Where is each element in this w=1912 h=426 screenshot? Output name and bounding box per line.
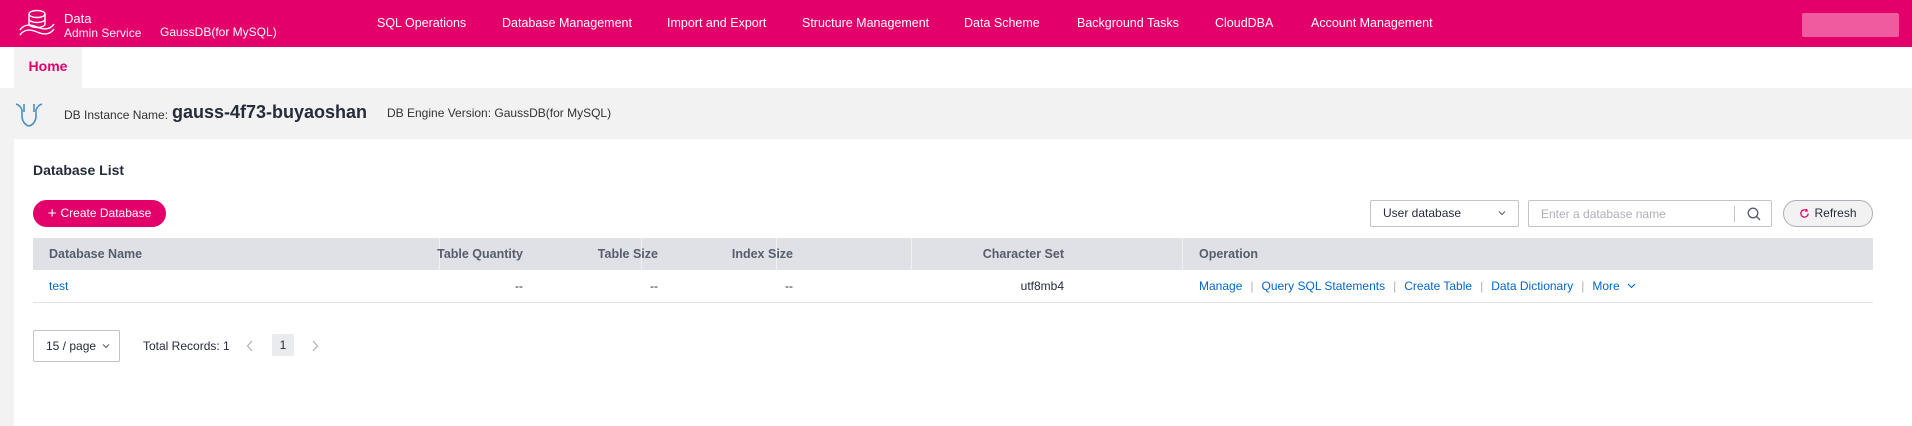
- nav-import-export[interactable]: Import and Export: [667, 16, 766, 30]
- engine-version: DB Engine Version: GaussDB(for MySQL): [387, 106, 612, 120]
- character-set-cell: utf8mb4: [1020, 279, 1064, 293]
- chevron-right-icon[interactable]: [309, 338, 321, 354]
- database-search-input[interactable]: [1530, 202, 1730, 225]
- nav-database-management[interactable]: Database Management: [502, 16, 632, 30]
- operation-cell: Manage | Query SQL Statements | Create Table…: [1199, 270, 1636, 303]
- top-navigation-bar: Data Admin Service GaussDB(for MySQL) SQ…: [0, 0, 1912, 47]
- operation-divider: |: [1250, 279, 1254, 293]
- refresh-button[interactable]: Refresh: [1783, 200, 1873, 227]
- chevron-left-icon[interactable]: [244, 338, 256, 354]
- table-row: test -- -- -- utf8mb4 Manage | Query SQL S…: [33, 270, 1873, 303]
- column-operation: Operation: [1199, 247, 1259, 261]
- query-sql-statements-link[interactable]: Query SQL Statements: [1262, 279, 1386, 293]
- nav-account-management[interactable]: Account Management: [1311, 16, 1433, 30]
- page-size-select[interactable]: 15 / page: [33, 330, 120, 362]
- instance-name-label: DB Instance Name:: [64, 108, 169, 122]
- instance-name: gauss-4f73-buyaoshan: [172, 102, 368, 122]
- index-size-cell: --: [785, 279, 793, 293]
- tab-home[interactable]: Home: [14, 47, 82, 88]
- instance-icon: [15, 103, 43, 127]
- user-account-menu[interactable]: [1802, 13, 1899, 37]
- column-divider: [1182, 238, 1183, 270]
- tab-bar: Home: [0, 47, 1912, 88]
- column-divider: [911, 238, 912, 270]
- column-index-size: Index Size: [731, 247, 793, 261]
- operation-divider: |: [1393, 279, 1397, 293]
- nav-sql-operations[interactable]: SQL Operations: [377, 16, 466, 30]
- table-size-cell: --: [650, 279, 658, 293]
- chevron-down-icon: [1627, 283, 1636, 289]
- search-divider: [1734, 206, 1735, 222]
- panel-title: Database List: [33, 162, 125, 178]
- chevron-down-icon: [1498, 211, 1506, 216]
- column-table-size: Table Size: [597, 247, 658, 261]
- nav-structure-management[interactable]: Structure Management: [802, 16, 929, 30]
- refresh-label: Refresh: [1814, 206, 1857, 220]
- nav-data-scheme[interactable]: Data Scheme: [964, 16, 1040, 30]
- page-size-value: 15 / page: [46, 339, 97, 353]
- database-type-select[interactable]: User database: [1370, 200, 1519, 227]
- operation-divider: |: [1480, 279, 1484, 293]
- database-search: [1528, 200, 1772, 227]
- table-quantity-cell: --: [515, 279, 523, 293]
- manage-link[interactable]: Manage: [1199, 279, 1242, 293]
- main-nav: SQL Operations Database Management Impor…: [0, 0, 1912, 47]
- more-dropdown[interactable]: More: [1592, 279, 1636, 293]
- column-character-set: Character Set: [982, 247, 1064, 261]
- database-type-value: User database: [1383, 206, 1462, 220]
- table-header: Database Name Table Quantity Table Size …: [33, 238, 1873, 270]
- nav-background-tasks[interactable]: Background Tasks: [1077, 16, 1179, 30]
- database-name-link[interactable]: test: [49, 270, 68, 303]
- chevron-down-icon: [102, 344, 110, 349]
- column-table-quantity: Table Quantity: [437, 247, 523, 261]
- plus-icon: +: [47, 205, 57, 222]
- column-database-name: Database Name: [49, 247, 143, 261]
- data-dictionary-link[interactable]: Data Dictionary: [1491, 279, 1573, 293]
- create-database-label: Create Database: [60, 206, 152, 220]
- current-page[interactable]: 1: [272, 334, 294, 356]
- create-database-button[interactable]: + Create Database: [33, 200, 166, 227]
- total-records: Total Records: 1: [143, 339, 230, 353]
- create-table-link[interactable]: Create Table: [1404, 279, 1472, 293]
- operation-divider: |: [1581, 279, 1585, 293]
- search-icon[interactable]: [1746, 206, 1762, 222]
- more-label: More: [1592, 279, 1620, 293]
- nav-clouddba[interactable]: CloudDBA: [1215, 16, 1273, 30]
- refresh-icon: [1800, 208, 1810, 218]
